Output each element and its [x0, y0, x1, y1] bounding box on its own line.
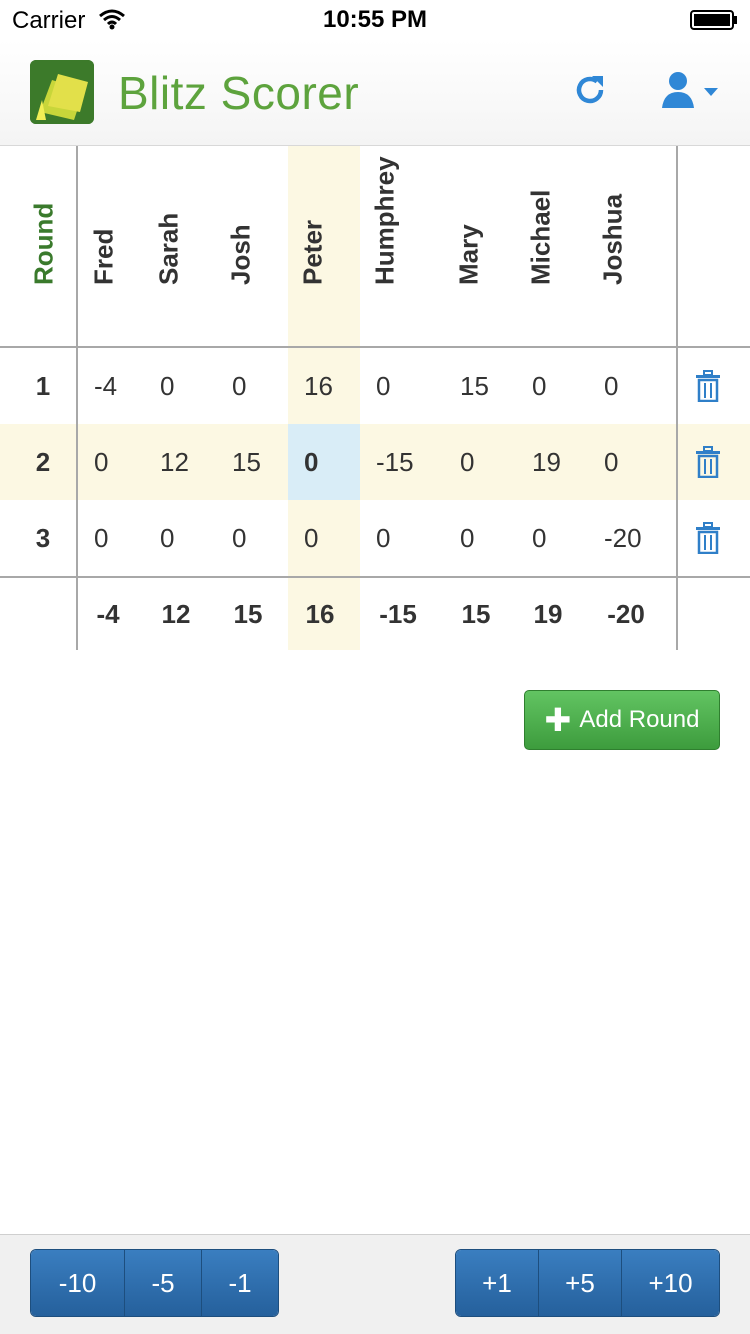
plus-10-button[interactable]: +10	[622, 1250, 719, 1316]
score-cell[interactable]: 0	[232, 348, 246, 424]
score-cell[interactable]: 15	[460, 348, 489, 424]
total-cell: 12	[161, 599, 191, 629]
navbar: Blitz Scorer	[0, 40, 750, 146]
score-cell-selected[interactable]: 0	[304, 424, 318, 500]
player-header-joshua[interactable]: Joshua	[583, 146, 643, 346]
total-cell: -4	[96, 599, 120, 629]
player-header-fred[interactable]: Fred	[74, 146, 134, 346]
score-cell[interactable]: -20	[604, 500, 642, 576]
score-cell[interactable]: 0	[160, 500, 174, 576]
total-cell: 16	[305, 599, 335, 629]
score-cell[interactable]: 0	[94, 500, 108, 576]
trash-icon[interactable]	[694, 446, 722, 478]
score-cell[interactable]: -4	[94, 348, 117, 424]
score-cell[interactable]: 0	[304, 500, 318, 576]
minus-1-button[interactable]: -1	[202, 1250, 278, 1316]
round-header: Round	[28, 202, 59, 285]
app-logo-icon	[30, 60, 94, 124]
clock: 10:55 PM	[322, 6, 428, 33]
player-header-sarah[interactable]: Sarah	[139, 146, 199, 346]
app-title: Blitz Scorer	[118, 67, 360, 119]
score-cell[interactable]: 15	[232, 424, 261, 500]
score-cell[interactable]: 0	[532, 500, 546, 576]
round-number: 2	[35, 447, 51, 477]
add-round-button[interactable]: ✚ Add Round	[524, 690, 720, 750]
minus-10-button[interactable]: -10	[31, 1250, 125, 1316]
battery-icon	[690, 10, 737, 30]
score-cell[interactable]: 16	[304, 348, 333, 424]
score-cell[interactable]: 0	[94, 424, 108, 500]
player-header-mary[interactable]: Mary	[439, 146, 499, 346]
score-cell[interactable]: 0	[532, 348, 546, 424]
total-cell: 15	[233, 599, 263, 629]
score-cell[interactable]: 0	[160, 348, 174, 424]
plus-1-button[interactable]: +1	[456, 1250, 539, 1316]
minus-5-button[interactable]: -5	[125, 1250, 202, 1316]
score-cell[interactable]: 0	[604, 348, 618, 424]
increment-group: +1 +5 +10	[455, 1249, 720, 1317]
score-cell[interactable]: 0	[232, 500, 246, 576]
add-round-label: Add Round	[579, 706, 700, 733]
plus-icon: ✚	[544, 702, 572, 738]
highlighted-round-row	[0, 424, 750, 500]
bottom-toolbar: -10 -5 -1 +1 +5 +10	[0, 1234, 750, 1334]
total-cell: 19	[533, 599, 563, 629]
status-bar: Carrier 10:55 PM	[0, 0, 750, 40]
score-cell[interactable]: 0	[376, 500, 390, 576]
decrement-group: -10 -5 -1	[30, 1249, 279, 1317]
score-cell[interactable]: 12	[160, 424, 189, 500]
player-header-michael[interactable]: Michael	[511, 146, 571, 346]
score-cell[interactable]: 0	[376, 348, 390, 424]
score-table: Round Fred Sarah Josh Peter Humphrey Mar…	[0, 146, 750, 650]
score-cell[interactable]: 0	[460, 500, 474, 576]
refresh-icon[interactable]	[570, 70, 610, 110]
player-header-peter[interactable]: Peter	[283, 146, 343, 346]
player-header-humphrey[interactable]: Humphrey	[355, 146, 415, 346]
trash-icon[interactable]	[694, 522, 722, 554]
total-cell: 15	[461, 599, 491, 629]
plus-5-button[interactable]: +5	[539, 1250, 622, 1316]
total-cell: -15	[379, 599, 417, 629]
round-number: 3	[35, 523, 51, 553]
divider	[676, 146, 678, 650]
score-cell[interactable]: 0	[460, 424, 474, 500]
round-number: 1	[35, 371, 51, 401]
trash-icon[interactable]	[694, 370, 722, 402]
score-cell[interactable]: 19	[532, 424, 561, 500]
total-cell: -20	[607, 599, 645, 629]
user-menu-icon[interactable]	[660, 70, 724, 110]
player-header-josh[interactable]: Josh	[211, 146, 271, 346]
selected-cell	[288, 424, 360, 500]
score-cell[interactable]: 0	[604, 424, 618, 500]
score-cell[interactable]: -15	[376, 424, 414, 500]
